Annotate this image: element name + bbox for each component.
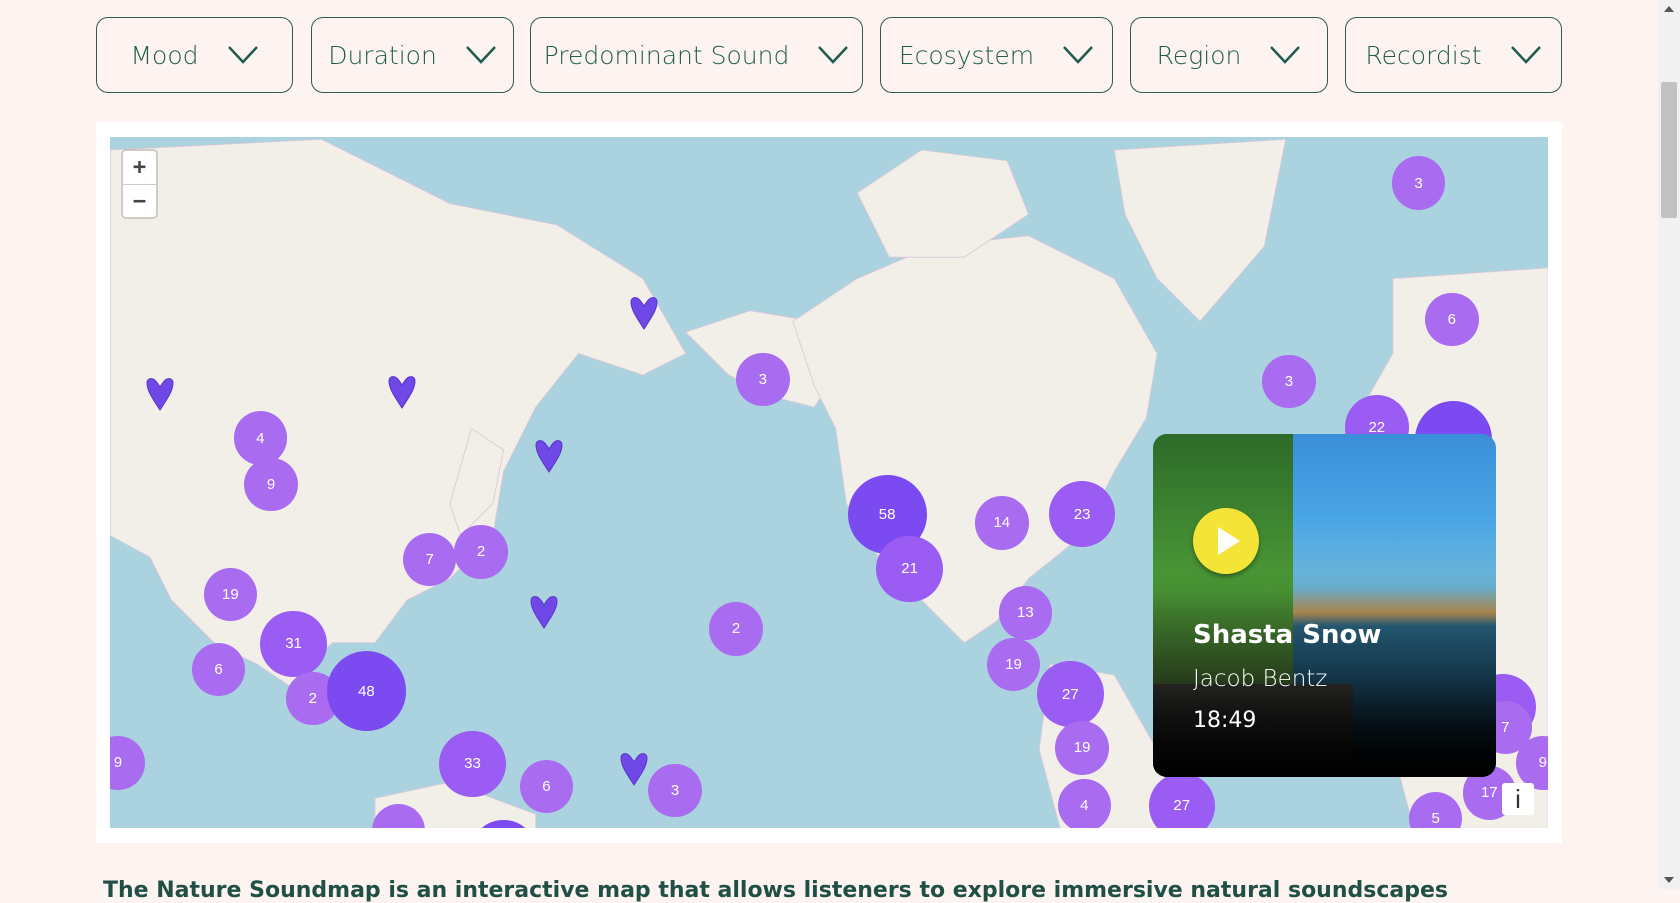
chevron-down-icon <box>1063 46 1094 64</box>
filter-mood-dropdown[interactable]: Mood <box>96 17 293 93</box>
cluster-marker[interactable]: 48 <box>326 651 407 731</box>
heart-marker-icon[interactable] <box>534 439 564 474</box>
heart-marker-icon[interactable] <box>619 752 649 787</box>
zoom-control: + − <box>123 151 156 217</box>
filter-label: Mood <box>130 40 199 70</box>
filter-label: Region <box>1156 40 1242 70</box>
filter-recordist-dropdown[interactable]: Recordist <box>1345 17 1562 93</box>
cluster-marker[interactable]: 9 <box>244 457 298 512</box>
chevron-down-icon <box>227 46 258 64</box>
cluster-marker[interactable]: 2 <box>709 602 763 656</box>
cluster-marker[interactable]: 6 <box>519 759 574 814</box>
play-button[interactable] <box>1193 508 1259 574</box>
cluster-marker[interactable]: 3 <box>1391 156 1446 210</box>
chevron-down-icon <box>818 46 849 64</box>
greenland-land <box>1113 138 1287 323</box>
chevron-down-icon <box>1510 46 1541 64</box>
cluster-marker[interactable]: 27 <box>1037 661 1104 728</box>
cluster-marker[interactable]: 6 <box>1425 292 1479 347</box>
heart-marker-icon[interactable] <box>629 296 659 330</box>
asia-land <box>110 138 687 687</box>
scroll-up-arrow-icon[interactable] <box>1664 6 1674 12</box>
filter-bar: Mood Duration Predominant Sound Ecosystem Re… <box>96 17 1566 95</box>
cluster-marker[interactable]: 3 <box>736 352 790 407</box>
cluster-marker[interactable]: 3 <box>1262 354 1316 409</box>
chevron-down-icon <box>465 46 496 64</box>
cluster-marker[interactable]: 21 <box>876 535 943 603</box>
map[interactable]: 3 6 3 22 3 4 9 58 14 23 21 13 19 27 19 4 27 7 2 19 31 6 2 48 2 33… <box>110 137 1548 828</box>
north-america-land <box>792 235 1158 644</box>
scroll-down-arrow-icon[interactable] <box>1664 877 1674 883</box>
cluster-marker[interactable]: 33 <box>439 730 506 798</box>
filter-label: Predominant Sound <box>543 40 790 70</box>
cluster-marker[interactable]: 4 <box>1057 778 1112 828</box>
filter-region-dropdown[interactable]: Region <box>1130 17 1328 93</box>
scrollbar-thumb[interactable] <box>1661 82 1677 218</box>
sound-title: Shasta Snow <box>1193 620 1382 650</box>
cluster-marker[interactable]: 19 <box>1055 721 1109 775</box>
zoom-in-button[interactable]: + <box>123 151 156 184</box>
filter-duration-dropdown[interactable]: Duration <box>311 17 514 93</box>
cluster-marker[interactable]: 13 <box>998 586 1053 640</box>
heart-marker-icon[interactable] <box>387 375 417 410</box>
cluster-marker[interactable]: 4 <box>233 411 288 465</box>
filter-label: Ecosystem <box>898 40 1035 70</box>
attribution-info-button[interactable]: i <box>1502 783 1534 815</box>
page-scrollbar[interactable] <box>1658 0 1680 889</box>
chevron-down-icon <box>1270 46 1301 64</box>
cluster-marker[interactable]: 3 <box>648 763 702 818</box>
intro-text: The Nature Soundmap is an interactive ma… <box>103 878 1448 903</box>
zoom-out-button[interactable]: − <box>123 184 156 218</box>
cluster-marker[interactable]: 19 <box>986 637 1041 692</box>
filter-ecosystem-dropdown[interactable]: Ecosystem <box>880 17 1113 93</box>
filter-label: Duration <box>328 40 437 70</box>
heart-marker-icon[interactable] <box>145 377 175 412</box>
cluster-marker[interactable]: 31 <box>260 610 327 678</box>
cluster-marker[interactable]: 19 <box>203 567 258 622</box>
sound-popup-card[interactable]: Shasta Snow Jacob Bentz 18:49 <box>1153 434 1496 777</box>
heart-marker-icon[interactable] <box>529 595 559 629</box>
cluster-marker[interactable]: 7 <box>402 532 457 587</box>
sound-duration: 18:49 <box>1193 708 1257 733</box>
cluster-marker[interactable]: 2 <box>454 525 508 579</box>
sound-artist: Jacob Bentz <box>1193 666 1328 692</box>
filter-predominant-sound-dropdown[interactable]: Predominant Sound <box>530 17 863 93</box>
filter-label: Recordist <box>1365 40 1482 70</box>
cluster-marker[interactable]: 14 <box>975 496 1029 550</box>
